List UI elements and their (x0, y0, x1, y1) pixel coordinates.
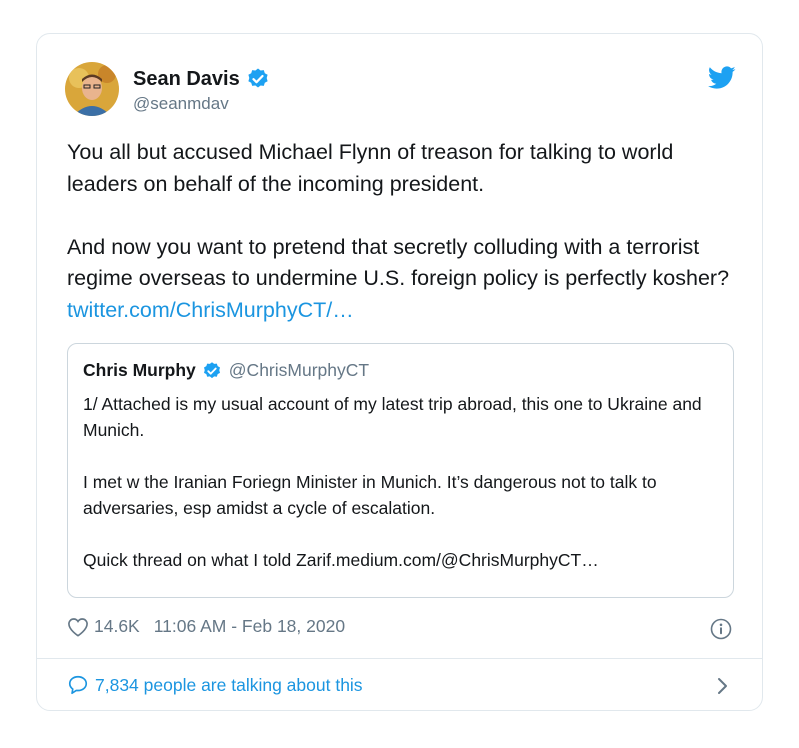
quoted-author-name: Chris Murphy (83, 360, 196, 380)
heart-icon[interactable] (67, 617, 89, 637)
verified-badge-icon (246, 67, 270, 91)
tweet-body: You all but accused Michael Flynn of tre… (67, 140, 730, 290)
tweet-text: You all but accused Michael Flynn of tre… (67, 137, 747, 326)
info-icon[interactable] (710, 618, 732, 640)
author-name-row[interactable]: Sean Davis (133, 67, 270, 91)
tweet-meta: 14.6K 11:06 AM - Feb 18, 2020 (67, 616, 345, 637)
speech-bubble-icon (67, 674, 89, 696)
conversation-link[interactable]: 7,834 people are talking about this (67, 674, 363, 696)
author-handle[interactable]: @seanmdav (133, 94, 229, 114)
tweet-timestamp[interactable]: 11:06 AM - Feb 18, 2020 (154, 616, 345, 637)
footer-divider (37, 658, 762, 659)
quoted-tweet-text: 1/ Attached is my usual account of my la… (83, 394, 702, 570)
author-name[interactable]: Sean Davis (133, 68, 240, 91)
like-count[interactable]: 14.6K (94, 616, 140, 637)
quoted-tweet-header: Chris Murphy @ChrisMurphyCT (83, 360, 369, 381)
chevron-right-icon[interactable] (716, 675, 730, 697)
verified-badge-icon (202, 361, 222, 381)
quoted-tweet[interactable]: Chris Murphy @ChrisMurphyCT 1/ Attached … (67, 343, 734, 598)
conversation-count-text[interactable]: 7,834 people are talking about this (95, 675, 363, 696)
tweet-link[interactable]: twitter.com/ChrisMurphyCT/… (67, 298, 354, 322)
embedded-tweet-card[interactable]: Sean Davis @seanmdav You all but accused… (36, 33, 763, 711)
twitter-bird-icon[interactable] (708, 66, 736, 90)
author-avatar[interactable] (65, 62, 119, 116)
quoted-author-handle: @ChrisMurphyCT (228, 360, 370, 380)
